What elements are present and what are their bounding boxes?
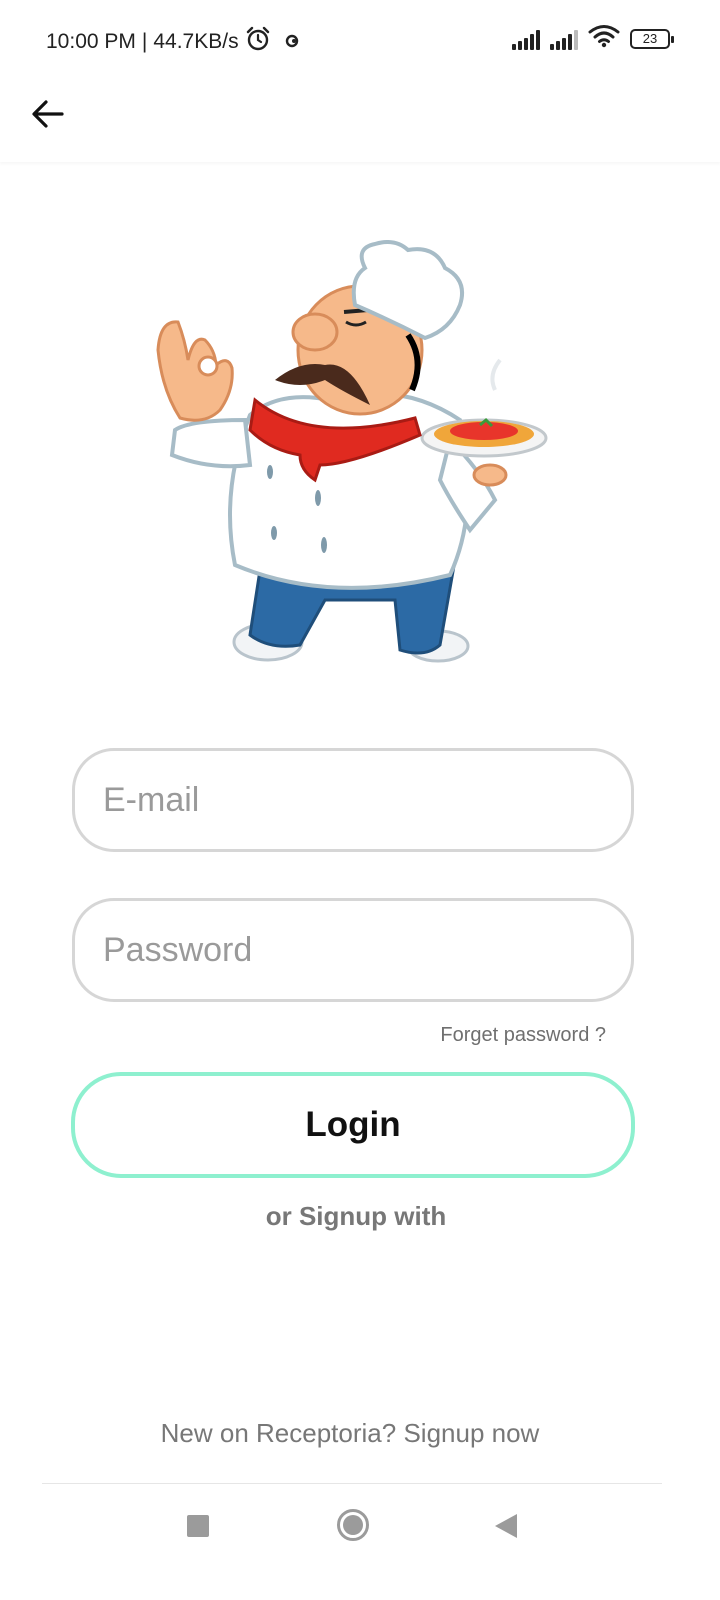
system-nav-bar bbox=[0, 1490, 720, 1600]
network-speed: 44.7KB/s bbox=[153, 30, 239, 53]
divider bbox=[42, 1483, 662, 1484]
status-bar: 10:00 PM | 44.7KB/s 23 bbox=[0, 0, 720, 80]
home-icon[interactable] bbox=[336, 1508, 370, 1542]
password-input[interactable] bbox=[101, 929, 631, 971]
chef-illustration bbox=[156, 240, 548, 663]
app-bar bbox=[0, 80, 720, 162]
login-button[interactable]: Login bbox=[71, 1072, 635, 1178]
status-time: 10:00 PM bbox=[46, 30, 136, 53]
wifi-icon bbox=[588, 24, 620, 53]
signup-prompt-text: New on Receptoria? bbox=[160, 1418, 397, 1448]
back-button[interactable] bbox=[24, 90, 72, 138]
battery-level: 23 bbox=[642, 31, 658, 46]
recent-apps-icon[interactable] bbox=[187, 1515, 209, 1537]
signup-now-link[interactable]: Signup now bbox=[403, 1418, 539, 1448]
app-notification-icon bbox=[285, 30, 299, 54]
battery-icon: 23 bbox=[630, 28, 674, 49]
forgot-password-link[interactable]: Forget password ? bbox=[440, 1024, 606, 1047]
status-separator: | bbox=[141, 30, 148, 53]
status-right: 23 bbox=[512, 24, 674, 53]
arrow-left-icon bbox=[32, 100, 64, 128]
status-left: 10:00 PM | 44.7KB/s bbox=[46, 26, 299, 58]
alarm-icon bbox=[245, 26, 271, 58]
signup-prompt: New on Receptoria? Signup now bbox=[0, 1418, 700, 1449]
back-triangle-icon[interactable] bbox=[493, 1512, 519, 1540]
password-field[interactable] bbox=[72, 898, 634, 1002]
signup-with-label: or Signup with bbox=[265, 1201, 447, 1231]
signal-icon bbox=[512, 28, 540, 50]
email-input[interactable] bbox=[101, 779, 631, 821]
email-field[interactable] bbox=[72, 748, 634, 852]
signal-icon bbox=[550, 28, 578, 50]
